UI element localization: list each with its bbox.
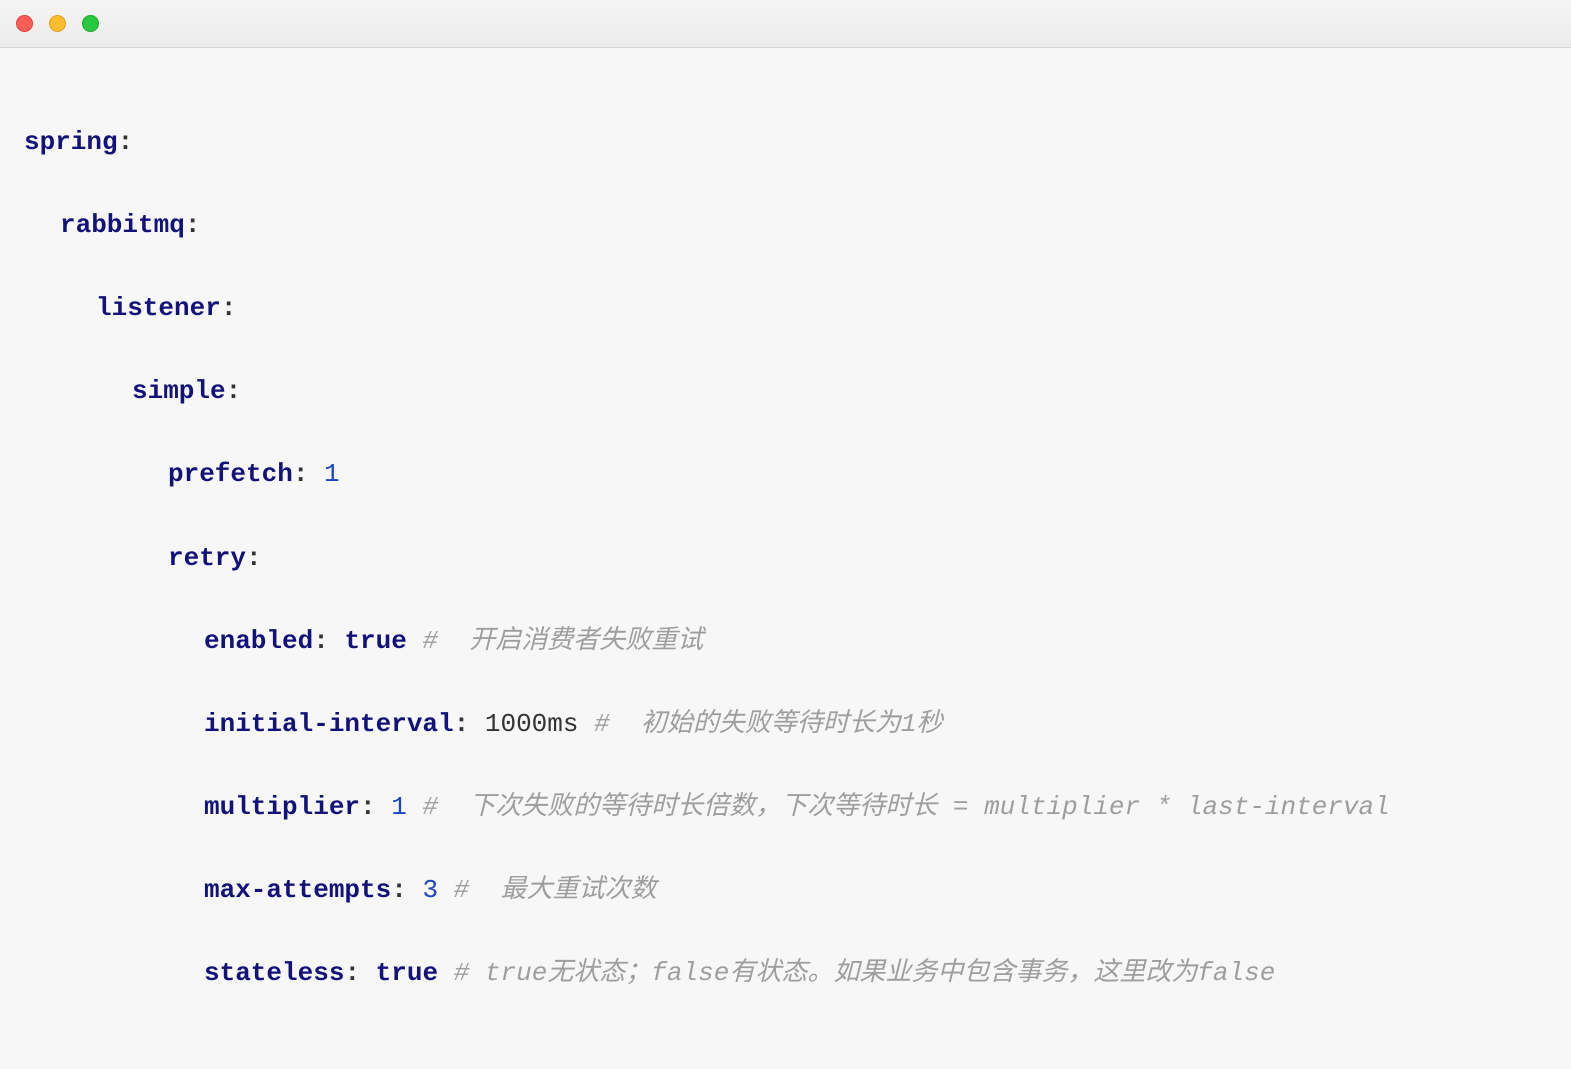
- yaml-key-spring: spring: [24, 127, 118, 157]
- window-zoom-button[interactable]: [82, 15, 99, 32]
- yaml-comment-initial-interval: # 初始的失败等待时长为1秒: [594, 709, 942, 739]
- code-editor[interactable]: spring: rabbitmq: listener: simple: pref…: [0, 48, 1571, 1069]
- yaml-key-rabbitmq: rabbitmq: [60, 210, 185, 240]
- yaml-key-stateless: stateless: [204, 958, 344, 988]
- yaml-value-max-attempts: 3: [422, 875, 438, 905]
- yaml-comment-enabled: # 开启消费者失败重试: [422, 626, 703, 656]
- yaml-key-listener: listener: [96, 293, 221, 323]
- yaml-key-initial-interval: initial-interval: [204, 709, 454, 739]
- window-close-button[interactable]: [16, 15, 33, 32]
- yaml-comment-multiplier: # 下次失败的等待时长倍数，下次等待时长 = multiplier * last…: [422, 792, 1389, 822]
- yaml-key-multiplier: multiplier: [204, 792, 360, 822]
- yaml-key-retry: retry: [168, 543, 246, 573]
- yaml-value-prefetch: 1: [324, 459, 340, 489]
- yaml-value-multiplier: 1: [391, 792, 407, 822]
- yaml-value-stateless: true: [376, 958, 438, 988]
- yaml-comment-stateless: # true无状态；false有状态。如果业务中包含事务，这里改为false: [454, 958, 1276, 988]
- window-title-bar: [0, 0, 1571, 48]
- yaml-value-enabled: true: [344, 626, 406, 656]
- yaml-value-initial-interval: 1000ms: [485, 709, 579, 739]
- yaml-key-enabled: enabled: [204, 626, 313, 656]
- yaml-key-simple: simple: [132, 376, 226, 406]
- yaml-key-max-attempts: max-attempts: [204, 875, 391, 905]
- window-minimize-button[interactable]: [49, 15, 66, 32]
- yaml-comment-max-attempts: # 最大重试次数: [454, 875, 657, 905]
- yaml-key-prefetch: prefetch: [168, 459, 293, 489]
